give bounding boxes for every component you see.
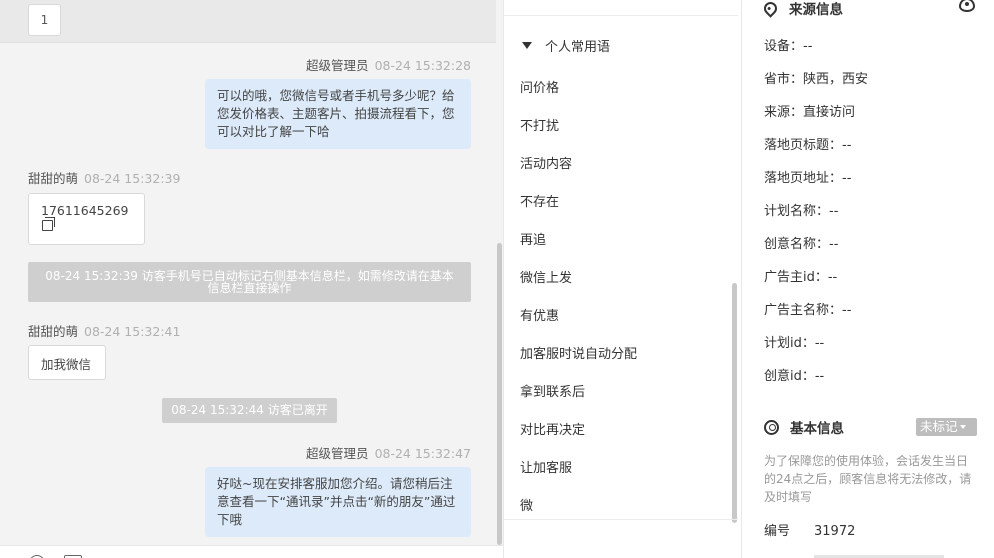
agent-message-bubble: 可以的哦，您微信号或者手机号多少呢？给您发价格表、主题客片、拍摄流程看下，您可以… [205,79,471,149]
basic-info-header: 基本信息 [764,417,844,437]
info-row-creative-id: 创意id：-- [764,369,825,384]
phrase-item[interactable]: 不打扰 [520,115,559,134]
info-row-region: 省市：陕西，西安 [764,72,869,87]
phone-number: 17611645269 [41,203,129,218]
caret-down-icon [522,42,532,49]
sender-name: 超级管理员 [306,58,369,73]
phrase-item[interactable]: 微 [520,495,533,514]
message-time: 08-24 15:32:28 [374,58,471,73]
visitor-message-bubble: 加我微信 [28,345,106,380]
info-row-landing-title: 落地页标题：-- [764,138,852,153]
info-row-creative-name: 创意名称：-- [764,237,839,252]
tag-dropdown[interactable]: 未标记 [916,418,977,436]
system-notice: 08-24 15:32:39 访客手机号已自动标记右侧基本信息栏，如需修改请在基… [28,262,471,302]
divider [504,519,738,520]
section-title: 来源信息 [789,2,843,18]
phrase-item[interactable]: 拿到联系后 [520,381,585,400]
location-pin-icon [761,0,780,18]
info-row-advertiser-id: 广告主id：-- [764,270,838,285]
phrase-item[interactable]: 再追 [520,229,546,248]
phrase-item[interactable]: 对比再决定 [520,419,585,438]
info-row-source: 来源：直接访问 [764,105,856,120]
info-row-plan-name: 计划名称：-- [764,204,839,219]
info-row-plan-id: 计划id：-- [764,336,825,351]
phrases-group-title: 个人常用语 [545,40,611,55]
visitor-id-row: 编号 31972 [764,520,855,539]
phrase-item[interactable]: 不存在 [520,191,559,210]
phrase-item[interactable]: 有优惠 [520,305,559,324]
message-time: 08-24 15:32:47 [374,446,471,461]
phrase-item[interactable]: 活动内容 [520,153,572,172]
agent-message-bubble: 好哒~现在安排客服加您介绍。请您稍后注意查看一下“通讯录”并点击“新的朋友”通过… [205,467,471,537]
sender-name: 超级管理员 [306,446,369,461]
source-info-header: 来源信息 [761,0,843,18]
chat-previous-card: 1 [0,0,496,43]
message-meta: 甜甜的萌 08-24 15:32:39 [28,168,180,187]
eye-icon[interactable] [959,0,975,12]
sender-name: 甜甜的萌 [28,171,79,186]
visitor-info-panel: 来源信息 设备：-- 省市：陕西，西安 来源：直接访问 落地页标题：-- 落地页… [741,0,994,558]
message-time: 08-24 15:32:41 [84,324,181,339]
info-row-landing-url: 落地页地址：-- [764,171,852,186]
phrase-item[interactable]: 问价格 [520,77,559,96]
sender-name: 甜甜的萌 [28,324,79,339]
chat-panel: 1 超级管理员 08-24 15:32:28 可以的哦，您微信号或者手机号多少呢？… [0,0,503,558]
phrase-item[interactable]: 加客服时说自动分配 [520,343,637,362]
message-meta: 超级管理员 08-24 15:32:47 [306,443,471,462]
chat-input-toolbar [0,545,503,558]
phrase-item[interactable]: 微信上发 [520,267,572,286]
common-phrases-panel: 个人常用语 问价格 不打扰 活动内容 不存在 再追 微信上发 有优惠 加客服时说… [503,0,740,558]
chevron-down-icon [959,425,966,429]
id-value: 31972 [814,524,856,539]
copy-icon[interactable] [42,217,55,231]
user-icon [764,419,779,435]
id-label: 编号 [764,524,791,539]
previous-message-bubble: 1 [28,4,61,36]
chat-scrollbar[interactable] [497,243,502,545]
system-notice: 08-24 15:32:44 访客已离开 [162,398,337,423]
message-meta: 甜甜的萌 08-24 15:32:41 [28,321,180,340]
section-title: 基本信息 [790,421,844,437]
tag-label: 未标记 [920,419,958,434]
edit-notice: 为了保障您的使用体验，会话发生当日的24点之后，顾客信息将无法修改，请及时填写 [764,454,972,504]
visitor-message-bubble: 17611645269 [28,193,145,245]
message-meta: 超级管理员 08-24 15:32:28 [306,55,471,74]
phrases-group-header[interactable]: 个人常用语 [522,36,610,55]
info-row-device: 设备：-- [764,39,813,54]
phrases-scrollbar[interactable] [732,283,737,523]
message-time: 08-24 15:32:39 [84,171,181,186]
divider [504,15,738,16]
info-row-advertiser-name: 广告主名称：-- [764,303,852,318]
phrase-item[interactable]: 让加客服 [520,457,572,476]
